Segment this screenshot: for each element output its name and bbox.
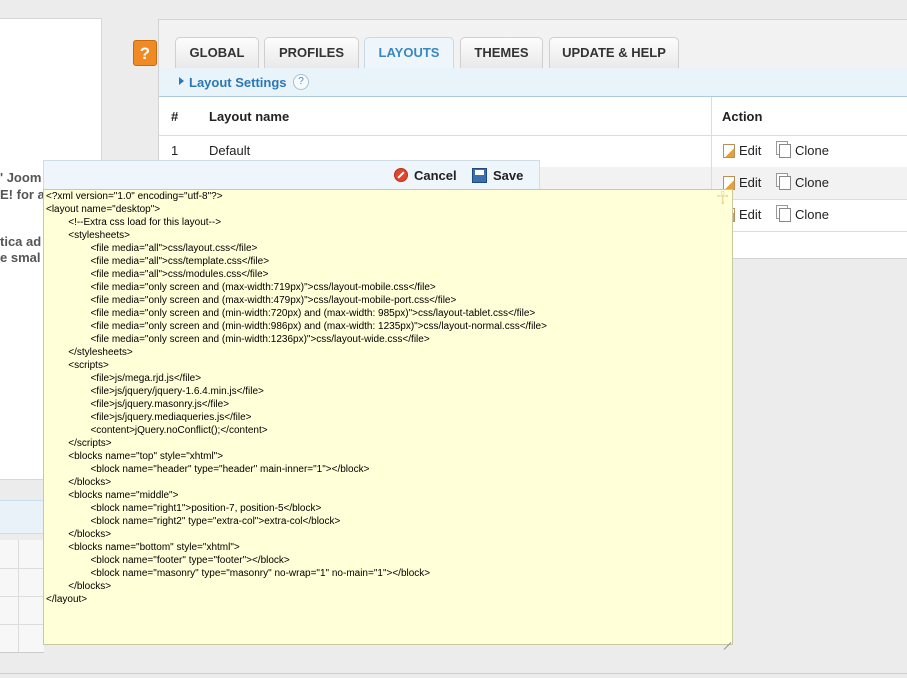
clone-button[interactable]: Clone [779,174,829,191]
left-text-3: tica ad [0,234,42,249]
clone-icon [779,176,791,190]
edit-icon [723,144,735,158]
column-action-header: Action [722,109,763,124]
layout-settings-bar: Layout Settings ? [159,68,907,97]
question-icon[interactable]: ? [293,74,309,90]
tab-bar: GLOBAL PROFILES LAYOUTS THEMES UPDATE & … [159,20,907,69]
left-text-2: E! for a [0,187,45,202]
tab-layouts[interactable]: LAYOUTS [364,37,454,69]
save-icon [472,168,487,183]
cancel-button[interactable]: Cancel [394,168,457,183]
column-layout-name-header: Layout name [209,109,290,124]
resize-handle-icon[interactable] [722,633,732,650]
drag-handle-icon[interactable]: ☥ [716,188,729,209]
clone-button[interactable]: Clone [779,206,829,223]
clone-button[interactable]: Clone [779,142,829,159]
tab-themes[interactable]: THEMES [460,37,543,68]
edit-button[interactable]: Edit [723,142,761,159]
table-header: # Layout name Action [159,97,907,136]
column-number-header: # [171,109,179,124]
row-number: 1 [171,143,179,158]
row-layout-name: Default [209,143,251,158]
clone-icon [779,144,791,158]
bottom-divider [0,673,907,674]
tab-profiles[interactable]: PROFILES [264,37,359,68]
save-button[interactable]: Save [472,168,523,183]
layout-settings-link[interactable]: Layout Settings [189,75,287,90]
help-button[interactable]: ? [133,40,157,66]
cancel-icon [394,168,408,182]
caret-right-icon [179,77,184,85]
tab-update-help[interactable]: UPDATE & HELP [549,37,679,68]
left-grid [0,540,44,653]
editor-toolbar: Cancel Save [43,160,540,190]
left-text-4: e smal [0,250,41,265]
layout-xml-editor[interactable]: <?xml version="1.0" encoding="utf-8"?> <… [43,189,733,645]
tab-global[interactable]: GLOBAL [175,37,259,68]
left-header-strip [0,500,44,534]
left-text-1: ' Joom [0,170,42,185]
clone-icon [779,208,791,222]
